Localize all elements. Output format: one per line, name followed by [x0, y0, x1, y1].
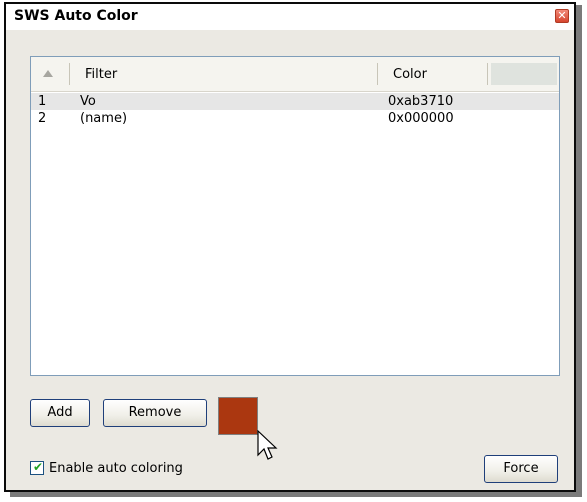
row-color: 0xab3710: [388, 94, 454, 109]
color-swatch-button[interactable]: [218, 397, 258, 435]
close-icon[interactable]: ✕: [555, 9, 569, 23]
add-button[interactable]: Add: [30, 399, 90, 427]
row-filter: Vo: [80, 94, 96, 109]
column-separator[interactable]: [377, 63, 378, 85]
mouse-pointer-icon: [257, 430, 278, 460]
row-number: 2: [38, 111, 47, 126]
row-color: 0x000000: [388, 111, 454, 126]
table-row[interactable]: 1 Vo 0xab3710: [31, 93, 559, 110]
title-bar[interactable]: SWS Auto Color ✕: [6, 4, 574, 30]
force-button[interactable]: Force: [484, 455, 558, 483]
sort-ascending-icon[interactable]: [43, 70, 53, 77]
column-header-color[interactable]: Color: [393, 67, 427, 82]
column-separator[interactable]: [487, 63, 488, 85]
filter-list[interactable]: Filter Color 1 Vo 0xab3710 2 (name) 0x00…: [30, 56, 560, 376]
table-row[interactable]: 2 (name) 0x000000: [31, 110, 559, 127]
checkmark-icon: ✔: [33, 460, 44, 474]
column-header-filter[interactable]: Filter: [85, 67, 117, 82]
row-filter: (name): [80, 111, 128, 126]
checkbox-label[interactable]: Enable auto coloring: [49, 461, 183, 476]
list-header: Filter Color: [31, 57, 559, 92]
auto-color-dialog: SWS Auto Color ✕ Filter Color 1 Vo 0xab3…: [4, 2, 576, 492]
column-separator[interactable]: [69, 63, 70, 85]
checkbox-box[interactable]: ✔: [30, 460, 44, 475]
column-header-filler: [491, 63, 557, 85]
remove-button[interactable]: Remove: [103, 399, 207, 427]
row-number: 1: [38, 94, 47, 109]
window-title: SWS Auto Color: [14, 8, 138, 24]
